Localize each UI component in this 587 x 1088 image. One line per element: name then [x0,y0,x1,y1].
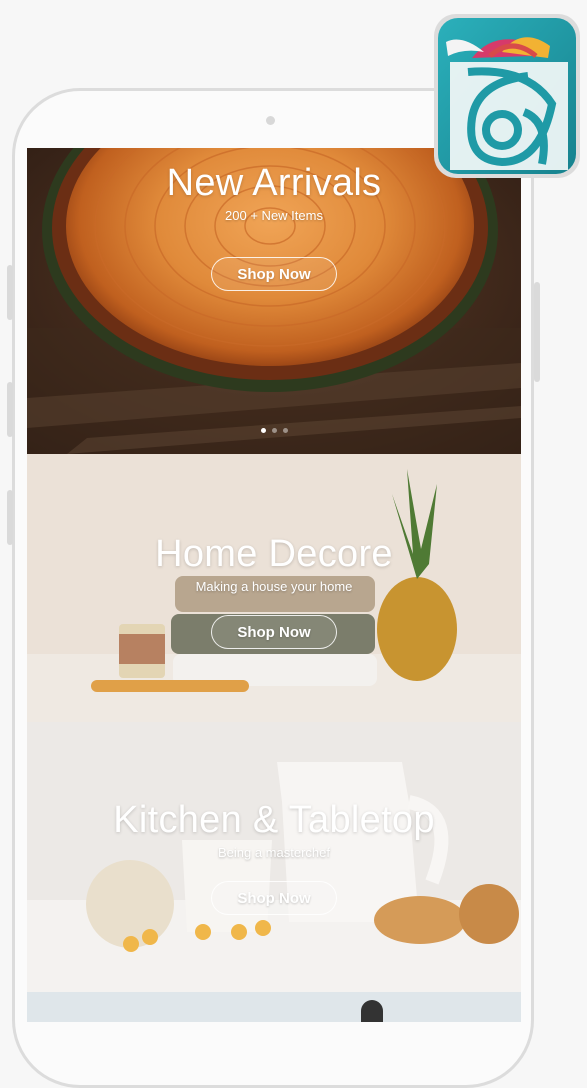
app-logo-icon [434,14,580,178]
banner-home-decore[interactable]: Home Decore Making a house your home Sho… [27,454,521,722]
carousel-dot[interactable] [282,428,288,433]
next-banner-peek [27,992,521,1022]
banner-subtitle: Being a masterchef [217,845,330,860]
banner-subtitle: Making a house your home [195,579,353,594]
banner-subtitle: 200 + New Items [225,208,323,223]
carousel-dot[interactable] [271,428,277,433]
phone-power-button [534,282,540,382]
banner-title: Kitchen & Tabletop [113,799,435,841]
banner-kitchen-tabletop[interactable]: Kitchen & Tabletop Being a masterchef Sh… [27,722,521,992]
shop-now-button[interactable]: Shop Now [211,615,337,649]
app-screen: New Arrivals 200 + New Items Shop Now Ho… [27,148,521,1022]
carousel-pagination [27,420,521,438]
phone-camera-dot [266,116,275,125]
phone-volume-button-2 [7,382,13,437]
phone-volume-button-1 [7,265,13,320]
shop-now-button[interactable]: Shop Now [211,257,337,291]
banner-title: Home Decore [155,533,393,575]
shop-now-button[interactable]: Shop Now [211,881,337,915]
carousel-dot[interactable] [260,428,266,433]
banner-new-arrivals[interactable]: New Arrivals 200 + New Items Shop Now [27,148,521,454]
phone-volume-button-3 [7,490,13,545]
